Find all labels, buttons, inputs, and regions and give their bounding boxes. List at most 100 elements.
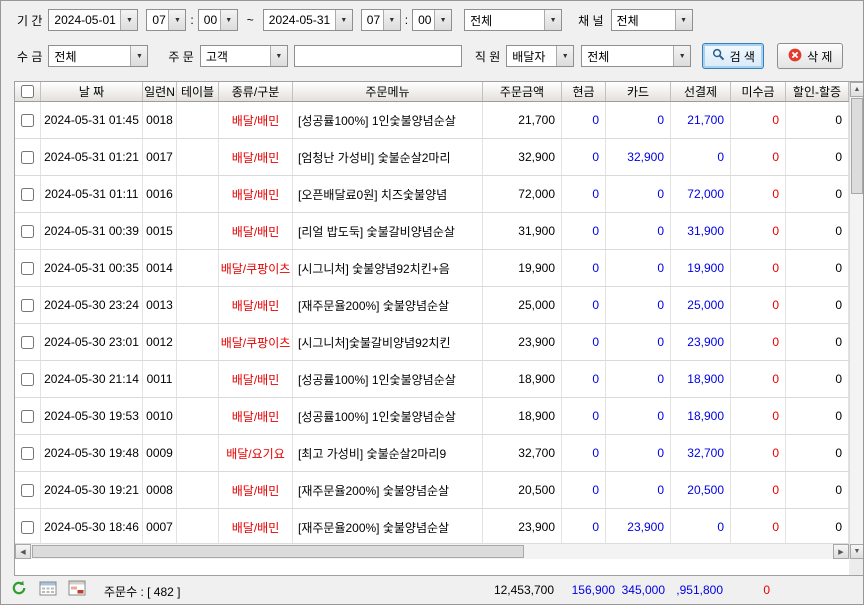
date-from-picker[interactable]: 2024-05-01 ▼ bbox=[48, 9, 139, 31]
header-cash[interactable]: 현금 bbox=[562, 82, 606, 101]
row-checkbox[interactable] bbox=[21, 187, 34, 201]
row-checkbox[interactable] bbox=[21, 335, 34, 349]
staff-filter-combo[interactable]: 전체 ▼ bbox=[581, 45, 692, 67]
header-table[interactable]: 테이블 bbox=[177, 82, 219, 101]
scroll-right-icon[interactable]: ▶ bbox=[833, 544, 849, 559]
staff-type-combo[interactable]: 배달자 ▼ bbox=[506, 45, 575, 67]
table-row[interactable]: 2024-05-31 00:39 0015 배달/배민 [리얼 밥도둑] 숯불갈… bbox=[15, 213, 849, 250]
cell-menu: [성공률100%] 1인숯불양념순살 bbox=[293, 361, 483, 397]
cell-serial: 0011 bbox=[143, 361, 177, 397]
scroll-up-icon[interactable]: ▲ bbox=[850, 82, 863, 97]
chevron-down-icon[interactable]: ▼ bbox=[556, 46, 574, 66]
cell-unpaid: 0 bbox=[731, 176, 786, 212]
chevron-down-icon[interactable]: ▼ bbox=[382, 10, 400, 30]
cell-table bbox=[177, 139, 219, 175]
keyword-input[interactable] bbox=[293, 45, 462, 67]
status-filter-value: 전체 bbox=[470, 13, 493, 28]
row-checkbox[interactable] bbox=[21, 483, 34, 497]
chevron-down-icon[interactable]: ▼ bbox=[434, 10, 452, 30]
refresh-button[interactable] bbox=[8, 579, 30, 599]
chevron-down-icon[interactable]: ▼ bbox=[269, 46, 287, 66]
cell-discount: 0 bbox=[786, 472, 849, 508]
row-checkbox[interactable] bbox=[21, 261, 34, 275]
horizontal-scrollbar[interactable]: ◀ ▶ bbox=[15, 543, 849, 559]
table-row[interactable]: 2024-05-30 19:48 0009 배달/요기요 [최고 가성비] 숯불… bbox=[15, 435, 849, 472]
minute-to-combo[interactable]: 00 ▼ bbox=[412, 9, 453, 31]
cell-discount: 0 bbox=[786, 509, 849, 545]
header-discount[interactable]: 할인-할증 bbox=[786, 82, 849, 101]
row-checkbox[interactable] bbox=[21, 409, 34, 423]
horizontal-scroll-thumb[interactable] bbox=[32, 545, 524, 558]
calendar-button[interactable] bbox=[37, 579, 59, 599]
table-row[interactable]: 2024-05-31 01:45 0018 배달/배민 [성공률100%] 1인… bbox=[15, 102, 849, 139]
chevron-down-icon[interactable]: ▼ bbox=[334, 10, 352, 30]
row-checkbox-cell bbox=[15, 324, 41, 360]
hour-from-combo[interactable]: 07 ▼ bbox=[146, 9, 187, 31]
chevron-down-icon[interactable]: ▼ bbox=[120, 10, 138, 30]
cell-cash: 0 bbox=[562, 435, 606, 471]
cell-discount: 0 bbox=[786, 250, 849, 286]
chevron-down-icon[interactable]: ▼ bbox=[130, 46, 148, 66]
header-prepaid[interactable]: 선결제 bbox=[671, 82, 731, 101]
hour-to-combo[interactable]: 07 ▼ bbox=[360, 9, 401, 31]
row-checkbox[interactable] bbox=[21, 113, 34, 127]
cell-prepaid: 18,900 bbox=[671, 361, 731, 397]
cell-serial: 0012 bbox=[143, 324, 177, 360]
row-checkbox[interactable] bbox=[21, 224, 34, 238]
header-unpaid[interactable]: 미수금 bbox=[731, 82, 786, 101]
export-button[interactable] bbox=[66, 579, 88, 599]
table-row[interactable]: 2024-05-30 21:14 0011 배달/배민 [성공률100%] 1인… bbox=[15, 361, 849, 398]
vertical-scroll-thumb[interactable] bbox=[851, 98, 863, 194]
cell-card: 0 bbox=[606, 213, 671, 249]
collect-filter-combo[interactable]: 전체 ▼ bbox=[48, 45, 149, 67]
period-label: 기 간 bbox=[17, 13, 43, 28]
header-menu[interactable]: 주문메뉴 bbox=[293, 82, 483, 101]
order-target-combo[interactable]: 고객 ▼ bbox=[199, 45, 288, 67]
chevron-down-icon[interactable]: ▼ bbox=[544, 10, 562, 30]
table-row[interactable]: 2024-05-30 19:53 0010 배달/배민 [성공률100%] 1인… bbox=[15, 398, 849, 435]
table-row[interactable]: 2024-05-30 19:21 0008 배달/배민 [재주문율200%] 숯… bbox=[15, 472, 849, 509]
chevron-down-icon[interactable]: ▼ bbox=[219, 10, 237, 30]
header-amount[interactable]: 주문금액 bbox=[483, 82, 562, 101]
delete-button[interactable]: 삭 제 bbox=[777, 43, 844, 69]
cell-serial: 0014 bbox=[143, 250, 177, 286]
select-all-checkbox[interactable] bbox=[21, 85, 34, 98]
header-date[interactable]: 날 짜 bbox=[41, 82, 143, 101]
table-row[interactable]: 2024-05-30 18:46 0007 배달/배민 [재주문율200%] 숯… bbox=[15, 509, 849, 546]
scroll-left-icon[interactable]: ◀ bbox=[15, 544, 31, 559]
channel-combo[interactable]: 전체 ▼ bbox=[610, 9, 693, 31]
cell-menu: [재주문율200%] 숯불양념순살 bbox=[293, 472, 483, 508]
row-checkbox[interactable] bbox=[21, 520, 34, 534]
header-card[interactable]: 카드 bbox=[606, 82, 671, 101]
row-checkbox[interactable] bbox=[21, 298, 34, 312]
chevron-down-icon[interactable]: ▼ bbox=[674, 10, 692, 30]
scroll-down-icon[interactable]: ▼ bbox=[850, 544, 863, 559]
table-row[interactable]: 2024-05-31 01:21 0017 배달/배민 [엄청난 가성비] 숯불… bbox=[15, 139, 849, 176]
collect-label: 수 금 bbox=[17, 49, 43, 64]
header-type[interactable]: 종류/구분 bbox=[219, 82, 293, 101]
date-to-picker[interactable]: 2024-05-31 ▼ bbox=[262, 9, 353, 31]
cell-cash: 0 bbox=[562, 509, 606, 545]
table-row[interactable]: 2024-05-30 23:01 0012 배달/쿠팡이츠 [시그니처]숯불갈비… bbox=[15, 324, 849, 361]
status-bar: 주문수 : [ 482 ] 12,453,700 156,900 345,000… bbox=[2, 576, 862, 603]
chevron-down-icon[interactable]: ▼ bbox=[168, 10, 186, 30]
status-filter-combo[interactable]: 전체 ▼ bbox=[464, 9, 563, 31]
chevron-down-icon[interactable]: ▼ bbox=[673, 46, 691, 66]
header-serial[interactable]: 일련N bbox=[143, 82, 177, 101]
cell-type: 배달/요기요 bbox=[219, 435, 293, 471]
cell-unpaid: 0 bbox=[731, 250, 786, 286]
cell-prepaid: 32,700 bbox=[671, 435, 731, 471]
row-checkbox[interactable] bbox=[21, 150, 34, 164]
table-row[interactable]: 2024-05-31 01:11 0016 배달/배민 [오픈배달료0원] 치즈… bbox=[15, 176, 849, 213]
cell-date: 2024-05-31 00:35 bbox=[41, 250, 143, 286]
table-row[interactable]: 2024-05-30 23:24 0013 배달/배민 [재주문율200%] 숯… bbox=[15, 287, 849, 324]
cell-table bbox=[177, 472, 219, 508]
table-row[interactable]: 2024-05-31 00:35 0014 배달/쿠팡이츠 [시그니처] 숯불양… bbox=[15, 250, 849, 287]
search-button[interactable]: 검 색 bbox=[702, 43, 765, 69]
channel-label: 채 널 bbox=[578, 13, 604, 28]
vertical-scrollbar[interactable]: ▲ ▼ bbox=[849, 82, 863, 559]
row-checkbox[interactable] bbox=[21, 446, 34, 460]
cell-cash: 0 bbox=[562, 361, 606, 397]
row-checkbox[interactable] bbox=[21, 372, 34, 386]
minute-from-combo[interactable]: 00 ▼ bbox=[197, 9, 238, 31]
